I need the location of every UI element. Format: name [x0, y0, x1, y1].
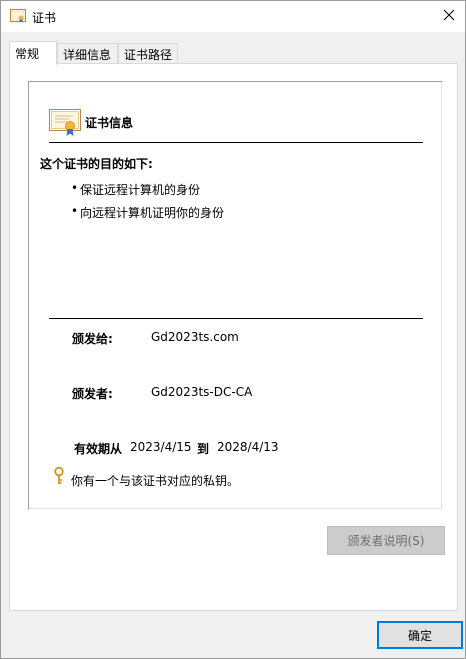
purpose-bullet: •: [71, 204, 79, 218]
button-label: 颁发者说明(S): [347, 534, 425, 548]
button-label: 确定: [407, 628, 432, 643]
general-tab-panel: 证书信息 这个证书的目的如下: • 保证远程计算机的身份 • 向远程计算机证明你…: [9, 63, 458, 611]
issued-by-value: Gd2023ts-DC-CA: [151, 385, 253, 399]
certificate-info-box: 证书信息 这个证书的目的如下: • 保证远程计算机的身份 • 向远程计算机证明你…: [28, 81, 443, 510]
tab-label: 常规: [15, 47, 40, 61]
valid-from-value: 2023/4/15: [130, 440, 192, 454]
divider: [49, 318, 423, 319]
certificate-dialog: 证书 常规 详细信息 证书路径 证书信息 这个证书的目的如下: • 保证远程计算…: [0, 0, 466, 659]
purpose-item: 保证远程计算机的身份: [80, 183, 201, 197]
tab-details[interactable]: 详细信息: [57, 43, 118, 64]
divider: [49, 142, 423, 143]
tab-label: 详细信息: [63, 48, 112, 62]
key-icon: [54, 466, 64, 488]
window-title: 证书: [32, 11, 57, 25]
purpose-title: 这个证书的目的如下:: [40, 157, 153, 171]
tab-label: 证书路径: [124, 48, 173, 62]
cert-info-heading: 证书信息: [85, 116, 134, 130]
purpose-bullet: •: [71, 181, 79, 195]
valid-from-label: 有效期从: [74, 442, 123, 456]
issued-to-label: 颁发给:: [72, 332, 113, 346]
certificate-icon: [49, 107, 81, 137]
issuer-statement-button[interactable]: 颁发者说明(S): [327, 526, 445, 555]
certificate-icon: [10, 9, 26, 23]
private-key-note: 你有一个与该证书对应的私钥。: [71, 474, 240, 488]
tab-certification-path[interactable]: 证书路径: [118, 43, 178, 64]
tab-general[interactable]: 常规: [9, 41, 57, 65]
valid-to-label: 到: [197, 442, 210, 456]
title-bar: 证书: [1, 1, 465, 32]
valid-to-value: 2028/4/13: [217, 440, 279, 454]
close-icon: [443, 9, 455, 24]
ok-button[interactable]: 确定: [377, 621, 463, 649]
close-button[interactable]: [433, 1, 465, 31]
issued-to-value: Gd2023ts.com: [151, 330, 239, 344]
purpose-item: 向远程计算机证明你的身份: [80, 206, 225, 220]
issued-by-label: 颁发者:: [72, 387, 113, 401]
